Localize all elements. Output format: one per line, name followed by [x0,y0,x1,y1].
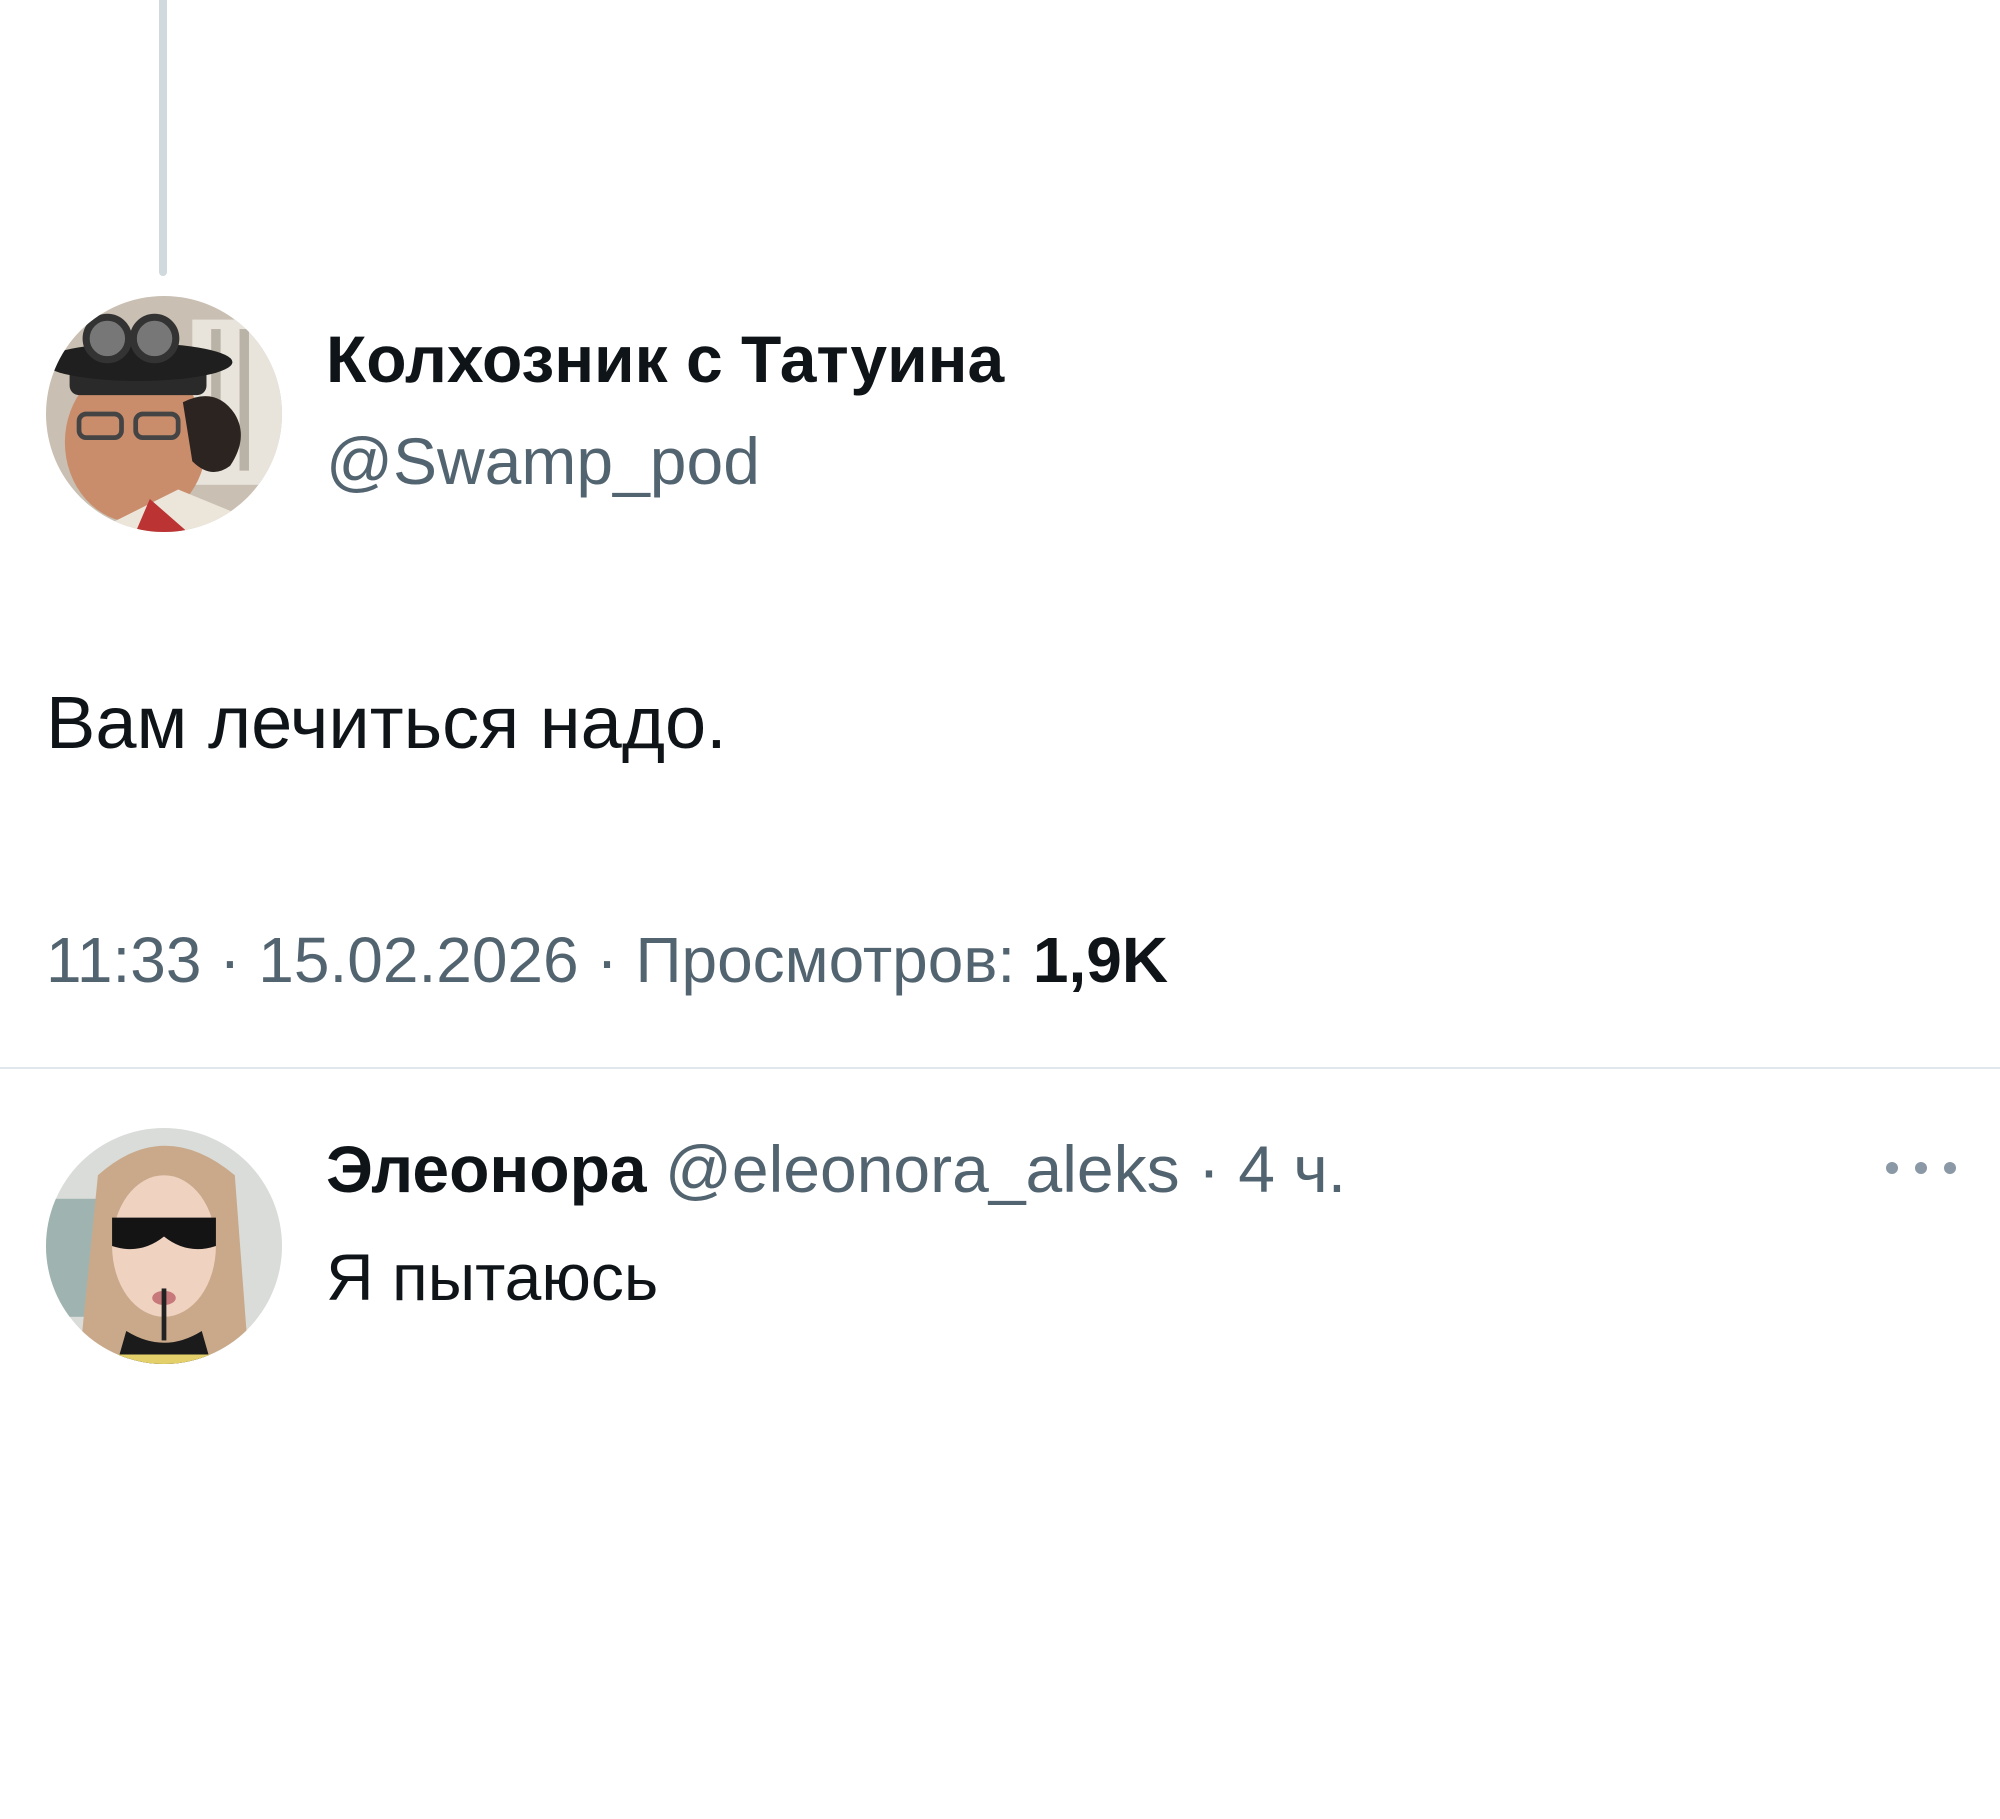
reply-text: Я пытаюсь [326,1240,659,1314]
more-horizontal-icon [1915,1162,1927,1174]
reply-time[interactable]: 4 ч. [1238,1132,1346,1206]
avatar-swamp-pod[interactable] [46,296,282,532]
tweet-author-handle[interactable]: @Swamp_pod [326,428,760,494]
more-horizontal-icon [1944,1162,1956,1174]
meta-separator: · [219,924,241,996]
avatar-eleonora[interactable] [46,1128,282,1364]
views-count: 1,9K [1032,924,1169,996]
avatar-image [46,1128,282,1364]
meta-separator: · [596,924,618,996]
reply-separator: · [1197,1132,1220,1206]
thread-connector-line [159,0,167,276]
tweet-time[interactable]: 11:33 [46,924,201,996]
tweet-author-name[interactable]: Колхозник с Татуина [326,326,1004,392]
avatar-image [46,296,282,532]
more-options-button[interactable] [1886,1148,1956,1188]
tweet-meta: 11:33 · 15.02.2026 · Просмотров: 1,9K [46,928,1168,992]
reply-author-handle[interactable]: @eleonora_aleks [665,1132,1180,1206]
tweet-date[interactable]: 15.02.2026 [258,924,578,996]
divider [0,1067,2000,1069]
more-horizontal-icon [1886,1162,1898,1174]
reply-author-name[interactable]: Элеонора [326,1132,647,1206]
tweet-text: Вам лечиться надо. [46,681,727,764]
reply-header: Элеонора @eleonora_aleks · 4 ч. [326,1136,1346,1202]
views-label: Просмотров: [635,924,1016,996]
